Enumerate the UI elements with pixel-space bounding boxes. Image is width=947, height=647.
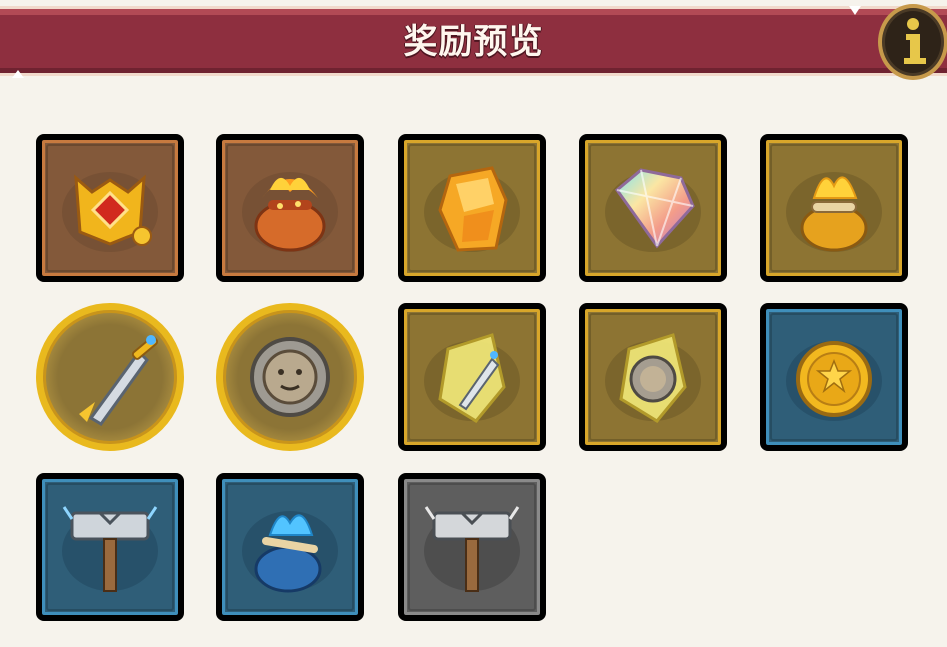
gold-chest-armor-icon (62, 172, 158, 252)
reward-slot-5[interactable] (760, 134, 908, 282)
reward-slot-8[interactable] (398, 303, 546, 451)
reward-slot-2[interactable] (216, 134, 364, 282)
reward-slot-3[interactable] (398, 134, 546, 282)
reward-slot-7[interactable] (216, 303, 364, 451)
reward-grid (0, 0, 947, 647)
sword-crystal-shard-icon (424, 333, 520, 423)
gold-flame-bag-icon (786, 172, 882, 252)
reward-slot-4[interactable] (579, 134, 727, 282)
reward-slot-10[interactable] (760, 303, 908, 451)
lion-shield-icon (250, 337, 330, 417)
reward-slot-13[interactable] (398, 473, 546, 621)
reward-slot-11[interactable] (36, 473, 184, 621)
reward-slot-1[interactable] (36, 134, 184, 282)
reward-slot-9[interactable] (579, 303, 727, 451)
reward-slot-6[interactable] (36, 303, 184, 451)
blue-war-hammer-icon (62, 506, 158, 592)
shield-crystal-shard-icon (605, 333, 701, 423)
reward-slot-12[interactable] (216, 473, 364, 621)
flaming-treasure-bag-icon (242, 172, 338, 252)
rainbow-diamond-icon (605, 168, 701, 252)
amber-crystal-icon (424, 166, 520, 252)
blue-flame-bag-icon (242, 511, 338, 593)
sun-gold-coin-icon (786, 341, 882, 421)
gray-war-hammer-icon (424, 506, 520, 592)
golden-sword-icon (79, 335, 159, 426)
